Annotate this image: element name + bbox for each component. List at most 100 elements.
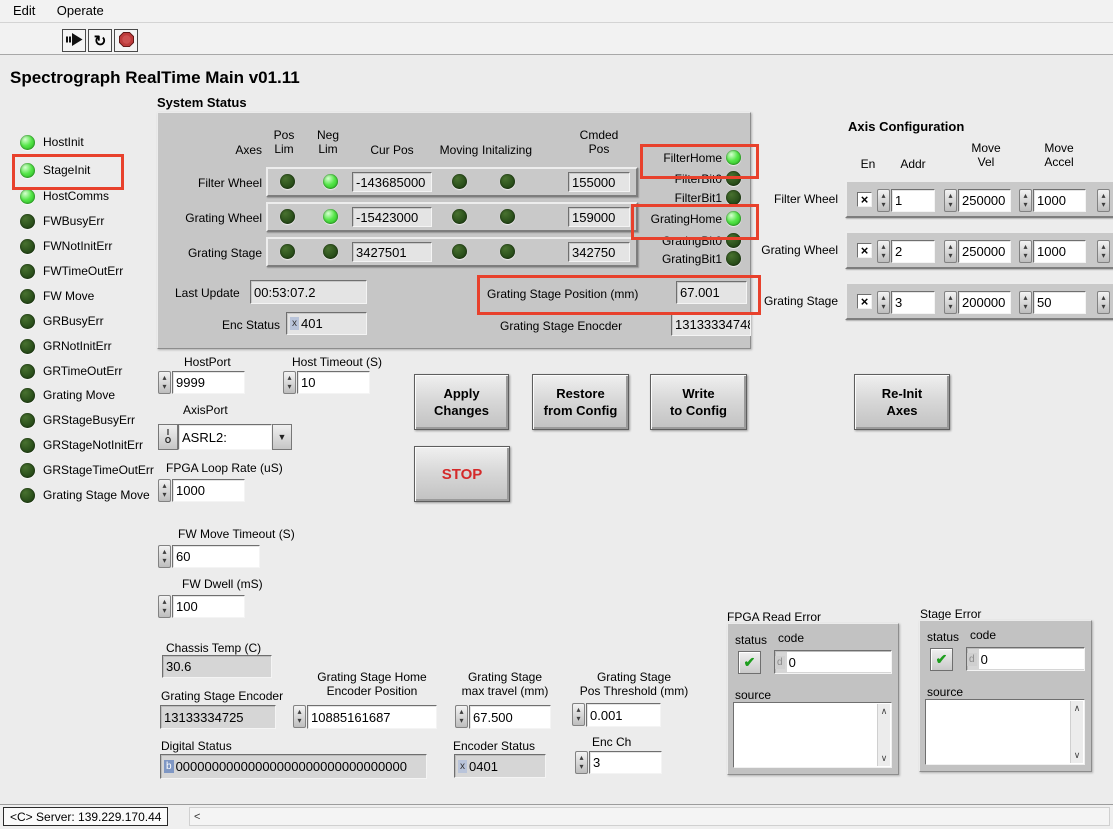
host-timeout-spinner[interactable] [283,371,296,394]
source-scrollbar[interactable]: ∧ ∨ [1070,701,1083,763]
gratinghome-label: GratingHome [562,212,722,226]
scroll-up-icon[interactable]: ∧ [881,706,888,717]
move-accel-input[interactable] [1033,291,1086,314]
move-vel-spinner[interactable] [944,240,957,263]
enable-checkbox[interactable] [857,294,872,309]
max-travel-input[interactable] [469,705,551,729]
pos-lim-led [280,174,295,189]
home-encoder-position-spinner[interactable] [293,705,306,728]
grating-stage-config-label: Grating Stage [738,294,838,308]
gratinghome-led [726,211,741,226]
pos-threshold-input[interactable] [586,703,661,727]
axis-port-input[interactable]: ASRL2: [178,424,272,450]
host-port-input[interactable] [172,371,245,394]
pos-threshold-spinner[interactable] [572,703,585,726]
move-accel-input[interactable] [1033,240,1086,263]
addr-spinner[interactable] [877,240,890,263]
move-accel-input[interactable] [1033,189,1086,212]
grstagetimeouterr-label: GRStageTimeOutErr [43,463,154,477]
scroll-left-icon[interactable]: < [194,811,200,823]
filter-wheel-config-row [845,180,1113,218]
led-row-grstagenotiniterr: GRStageNotInitErr [20,437,143,453]
axis-port-dropdown-button[interactable]: ▼ [272,424,292,450]
scroll-up-icon[interactable]: ∧ [1074,703,1081,714]
move-vel-input[interactable] [958,291,1011,314]
host-timeout-input[interactable] [297,371,370,394]
neg-lim-led [323,174,338,189]
continuous-run-button[interactable]: ↻ [88,29,112,52]
move-vel-spinner[interactable] [944,189,957,212]
system-status-title: System Status [157,96,247,110]
grating-stage-config-row [845,282,1113,320]
status-bar: <C> Server: 139.229.170.44 < [0,804,1113,829]
menu-edit[interactable]: Edit [4,0,44,21]
addr-spinner[interactable] [877,189,890,212]
server-address-indicator: <C> Server: 139.229.170.44 [3,807,168,826]
enable-checkbox[interactable] [857,243,872,258]
reinit-axes-button[interactable]: Re-Init Axes [854,374,950,430]
fw-move-timeout-spinner[interactable] [158,545,171,568]
home-encoder-position-input[interactable] [307,705,437,729]
move-vel-input[interactable] [958,189,1011,212]
grating-stage-encoder-label: Grating Stage Encoder [161,689,283,703]
hostcomms-label: HostComms [43,189,109,203]
addr-spinner[interactable] [877,291,890,314]
horizontal-scrollbar[interactable]: < [189,807,1110,826]
stageinit-label: StageInit [43,163,90,177]
scroll-down-icon[interactable]: ∨ [881,753,888,764]
fpga-loop-rate-label: FPGA Loop Rate (uS) [166,461,283,475]
menu-operate[interactable]: Operate [48,0,113,21]
enable-checkbox[interactable] [857,192,872,207]
decimal-radix: d [775,656,785,669]
max-travel-label: Grating Stage max travel (mm) [445,670,565,698]
fw-move-timeout-input[interactable] [172,545,260,568]
error-status-indicator: ✔ [930,648,953,671]
menu-bar: Edit Operate [0,0,1113,23]
last-update-label: Last Update [175,286,240,300]
extra-spinner[interactable] [1097,189,1110,212]
pos-threshold-label: Grating Stage Pos Threshold (mm) [568,670,700,698]
fpga-loop-rate-spinner[interactable] [158,479,171,502]
enc-status-label: Enc Status [222,318,280,332]
grating-stage-position-label: Grating Stage Position (mm) [487,287,638,301]
abort-button[interactable] [114,29,138,52]
move-vel-input[interactable] [958,240,1011,263]
restore-from-config-button[interactable]: Restore from Config [532,374,629,430]
fpga-loop-rate-input[interactable] [172,479,245,502]
addr-input[interactable] [891,291,935,314]
fw-dwell-spinner[interactable] [158,595,171,618]
fw-dwell-input[interactable] [172,595,245,618]
gratingbit1-label: GratingBit1 [562,252,722,266]
move-accel-spinner[interactable] [1019,291,1032,314]
stop-button[interactable]: STOP [414,446,510,502]
write-to-config-button[interactable]: Write to Config [650,374,747,430]
digital-status-field: b 00000000000000000000000000000000 [160,754,427,779]
host-timeout-label: Host Timeout (S) [292,355,382,369]
host-port-spinner[interactable] [158,371,171,394]
grating-wheel-config-row [845,231,1113,269]
toolbar [0,23,1113,55]
initializing-led [500,244,515,259]
binary-radix: b [164,760,174,773]
enc-ch-spinner[interactable] [575,751,588,774]
enc-ch-input[interactable] [589,751,662,774]
status-label: status [735,633,767,647]
led-row-fwtimeouterr: FWTimeOutErr [20,263,123,279]
run-button[interactable] [62,29,86,52]
max-travel-spinner[interactable] [455,705,468,728]
scroll-down-icon[interactable]: ∨ [1074,750,1081,761]
moving-led [452,209,467,224]
move-accel-spinner[interactable] [1019,189,1032,212]
fwmove-label: FW Move [43,289,94,303]
move-vel-spinner[interactable] [944,291,957,314]
move-accel-spinner[interactable] [1019,240,1032,263]
apply-changes-button[interactable]: Apply Changes [414,374,509,430]
error-code-value: 0 [787,652,891,672]
source-scrollbar[interactable]: ∧ ∨ [877,704,890,766]
last-update-field: 00:53:07.2 [250,280,367,304]
addr-input[interactable] [891,240,935,263]
extra-spinner[interactable] [1097,291,1110,314]
addr-input[interactable] [891,189,935,212]
extra-spinner[interactable] [1097,240,1110,263]
led-row-stageinit: StageInit [20,162,90,178]
